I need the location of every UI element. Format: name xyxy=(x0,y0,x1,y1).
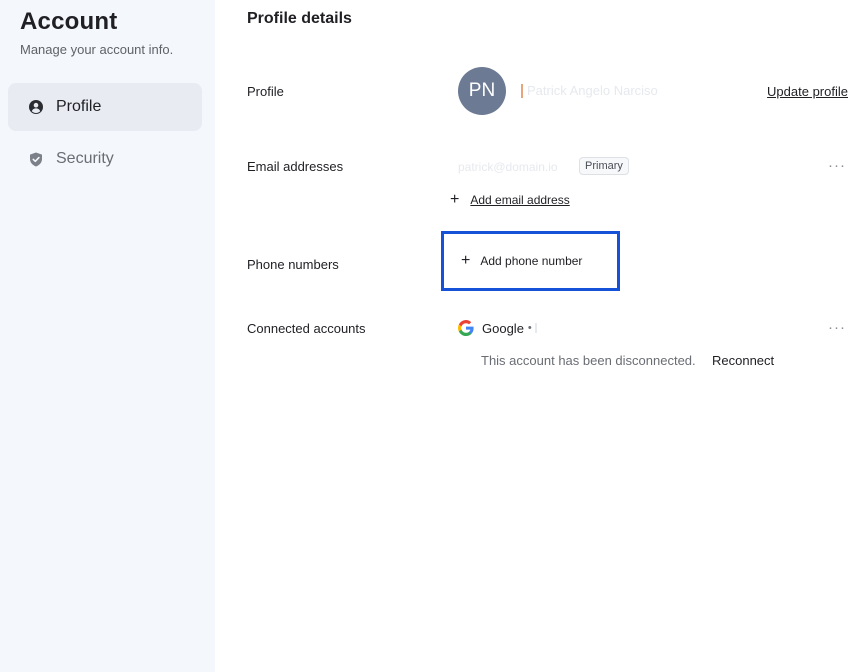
shield-check-icon xyxy=(28,151,44,167)
account-identifier xyxy=(534,323,537,333)
email-addresses-label: Email addresses xyxy=(247,159,344,174)
email-address: patrick@domain.io xyxy=(458,160,558,174)
reconnect-button[interactable]: Reconnect xyxy=(712,353,774,368)
update-profile-link[interactable]: Update profile xyxy=(767,84,848,99)
sidebar-item-security[interactable]: Security xyxy=(8,135,202,183)
add-phone-label: Add phone number xyxy=(480,254,583,268)
sidebar-title: Account xyxy=(20,8,118,35)
sidebar-item-profile[interactable]: Profile xyxy=(8,83,202,131)
add-email-label: Add email address xyxy=(470,193,570,207)
plus-icon: + xyxy=(461,252,471,269)
primary-badge: Primary xyxy=(579,157,629,175)
sidebar: Account Manage your account info. Profil… xyxy=(0,0,215,672)
sidebar-item-label: Security xyxy=(56,150,114,167)
plus-icon: + xyxy=(450,191,460,208)
sidebar-item-label: Profile xyxy=(56,98,102,115)
disconnected-message: This account has been disconnected. xyxy=(481,353,696,368)
profile-label: Profile xyxy=(247,84,284,99)
connected-more-button[interactable]: ··· xyxy=(828,319,846,336)
add-email-button[interactable]: + Add email address xyxy=(450,191,570,208)
connected-accounts-label: Connected accounts xyxy=(247,321,366,336)
phone-numbers-label: Phone numbers xyxy=(247,257,339,272)
avatar-initials: PN xyxy=(468,80,496,101)
profile-name: Patrick Angelo Narciso xyxy=(521,84,658,98)
separator-dot: • xyxy=(527,322,532,334)
provider-name: Google xyxy=(482,320,524,336)
add-phone-button[interactable]: + Add phone number xyxy=(441,231,620,291)
profile-details-panel: Profile details Profile PN Patrick Angel… xyxy=(215,0,864,672)
sidebar-subtitle: Manage your account info. xyxy=(20,42,174,57)
email-more-button[interactable]: ··· xyxy=(828,157,846,174)
avatar: PN xyxy=(458,67,506,115)
google-icon xyxy=(458,320,474,336)
google-account: Google • xyxy=(458,320,537,336)
page-title: Profile details xyxy=(247,10,352,27)
user-circle-icon xyxy=(28,99,44,115)
